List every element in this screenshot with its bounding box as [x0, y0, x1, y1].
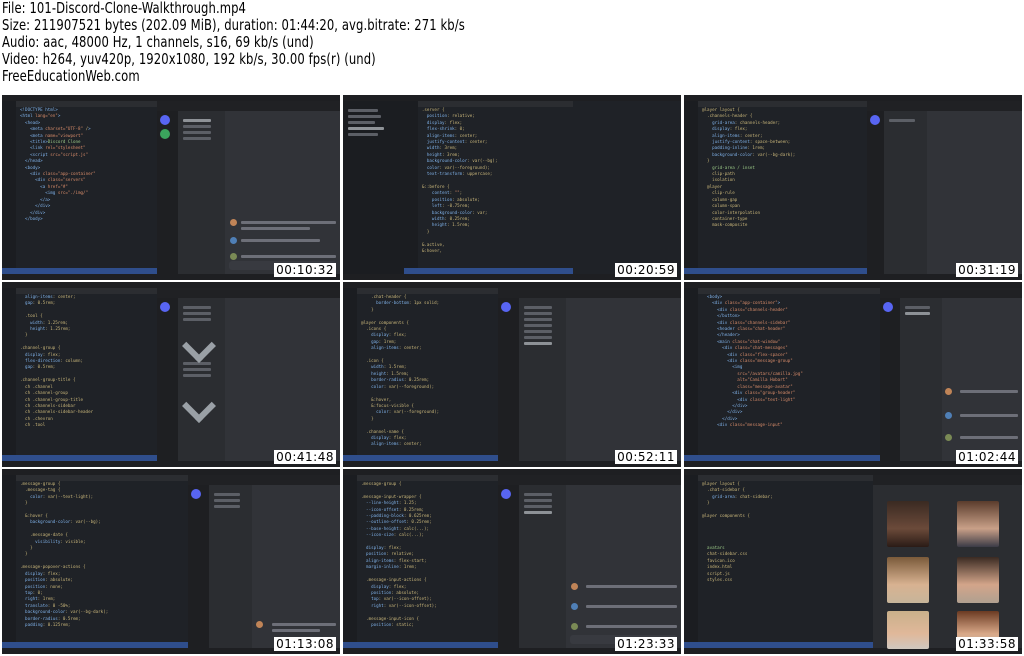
thumbnail-grid: <!DOCTYPE html> <html lang="en"> <head> … — [2, 95, 1022, 655]
code-editor-pane: .message-group { .message-input-wrapper … — [343, 475, 499, 648]
timestamp: 00:31:19 — [956, 263, 1018, 277]
timestamp: 01:23:33 — [615, 637, 677, 651]
thumbnail[interactable]: @layer layout { .channels-header { grid-… — [684, 95, 1022, 280]
thumbnail[interactable]: .server { position: relative; display: f… — [343, 95, 681, 280]
avatar — [887, 557, 930, 603]
discord-preview — [187, 475, 340, 648]
code-editor-pane: @layer layout { .channels-header { grid-… — [684, 101, 867, 274]
timestamp: 00:10:32 — [274, 263, 336, 277]
audio-info: Audio: aac, 48000 Hz, 1 channels, s16, 6… — [2, 33, 314, 51]
code-editor-pane: .chat-header { border-bottom: 1px solid;… — [343, 288, 499, 461]
thumbnail[interactable]: align-items: center; gap: 0.5rem; .tool … — [2, 282, 340, 467]
code-editor-pane: <!DOCTYPE html> <html lang="en"> <head> … — [2, 101, 158, 274]
discord-preview — [873, 475, 1022, 649]
discord-preview — [157, 288, 340, 461]
code-editor-pane: .server { position: relative; display: f… — [403, 101, 573, 274]
discord-preview — [498, 475, 681, 648]
file-size: Size: 211907521 bytes (202.09 MiB), dura… — [2, 16, 465, 34]
timestamp: 01:02:44 — [956, 450, 1018, 464]
timestamp: 01:13:08 — [274, 637, 336, 651]
video-info: Video: h264, yuv420p, 1920x1080, 192 kb/… — [2, 50, 376, 68]
code-editor-pane: .message-group { .message-tag { color: v… — [2, 475, 188, 648]
thumbnail[interactable]: @layer layout { .chat-sidebar { grid-are… — [684, 469, 1022, 654]
thumbnail[interactable]: .message-group { .message-tag { color: v… — [2, 469, 340, 654]
timestamp: 00:20:59 — [615, 263, 677, 277]
code-editor-pane: <body> <div class="app-container"> <div … — [684, 288, 881, 461]
site-name: FreeEducationWeb.com — [2, 67, 140, 85]
discord-preview — [498, 288, 681, 461]
avatar — [887, 611, 930, 649]
timestamp: 01:33:58 — [956, 637, 1018, 651]
code-editor-pane: align-items: center; gap: 0.5rem; .tool … — [2, 288, 158, 461]
discord-preview — [866, 101, 1022, 274]
thumbnail[interactable]: <body> <div class="app-container"> <div … — [684, 282, 1022, 467]
avatar — [957, 501, 1000, 547]
discord-preview — [880, 288, 1022, 461]
discord-preview — [157, 101, 340, 274]
timestamp: 00:52:11 — [615, 450, 677, 464]
timestamp: 00:41:48 — [274, 450, 336, 464]
avatar — [957, 557, 1000, 603]
avatar — [887, 501, 930, 547]
thumbnail[interactable]: .message-group { .message-input-wrapper … — [343, 469, 681, 654]
thumbnail[interactable]: .chat-header { border-bottom: 1px solid;… — [343, 282, 681, 467]
video-info-header: File: 101-Discord-Clone-Walkthrough.mp4 … — [2, 0, 702, 85]
file-name: File: 101-Discord-Clone-Walkthrough.mp4 — [2, 0, 247, 17]
thumbnail[interactable]: <!DOCTYPE html> <html lang="en"> <head> … — [2, 95, 340, 280]
code-editor-pane: @layer layout { .chat-sidebar { grid-are… — [684, 475, 874, 648]
